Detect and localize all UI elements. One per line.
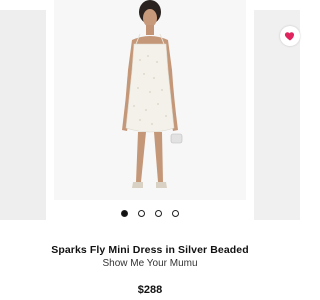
dress-photo [54,0,246,200]
product-image[interactable] [54,0,246,200]
brand-link[interactable]: Show Me Your Mumu [0,258,300,269]
favorite-button[interactable] [280,26,300,46]
carousel-dot-4[interactable] [172,210,179,217]
image-carousel-dots [0,210,300,217]
heart-icon [284,32,295,41]
product-price: $288 [137,284,163,296]
product-title: Sparks Fly Mini Dress in Silver Beaded [51,244,249,256]
next-product-image[interactable] [254,10,300,220]
previous-product-image[interactable] [0,10,46,220]
carousel-dot-2[interactable] [138,210,145,217]
carousel-dot-3[interactable] [155,210,162,217]
carousel-dot-1[interactable] [121,210,128,217]
